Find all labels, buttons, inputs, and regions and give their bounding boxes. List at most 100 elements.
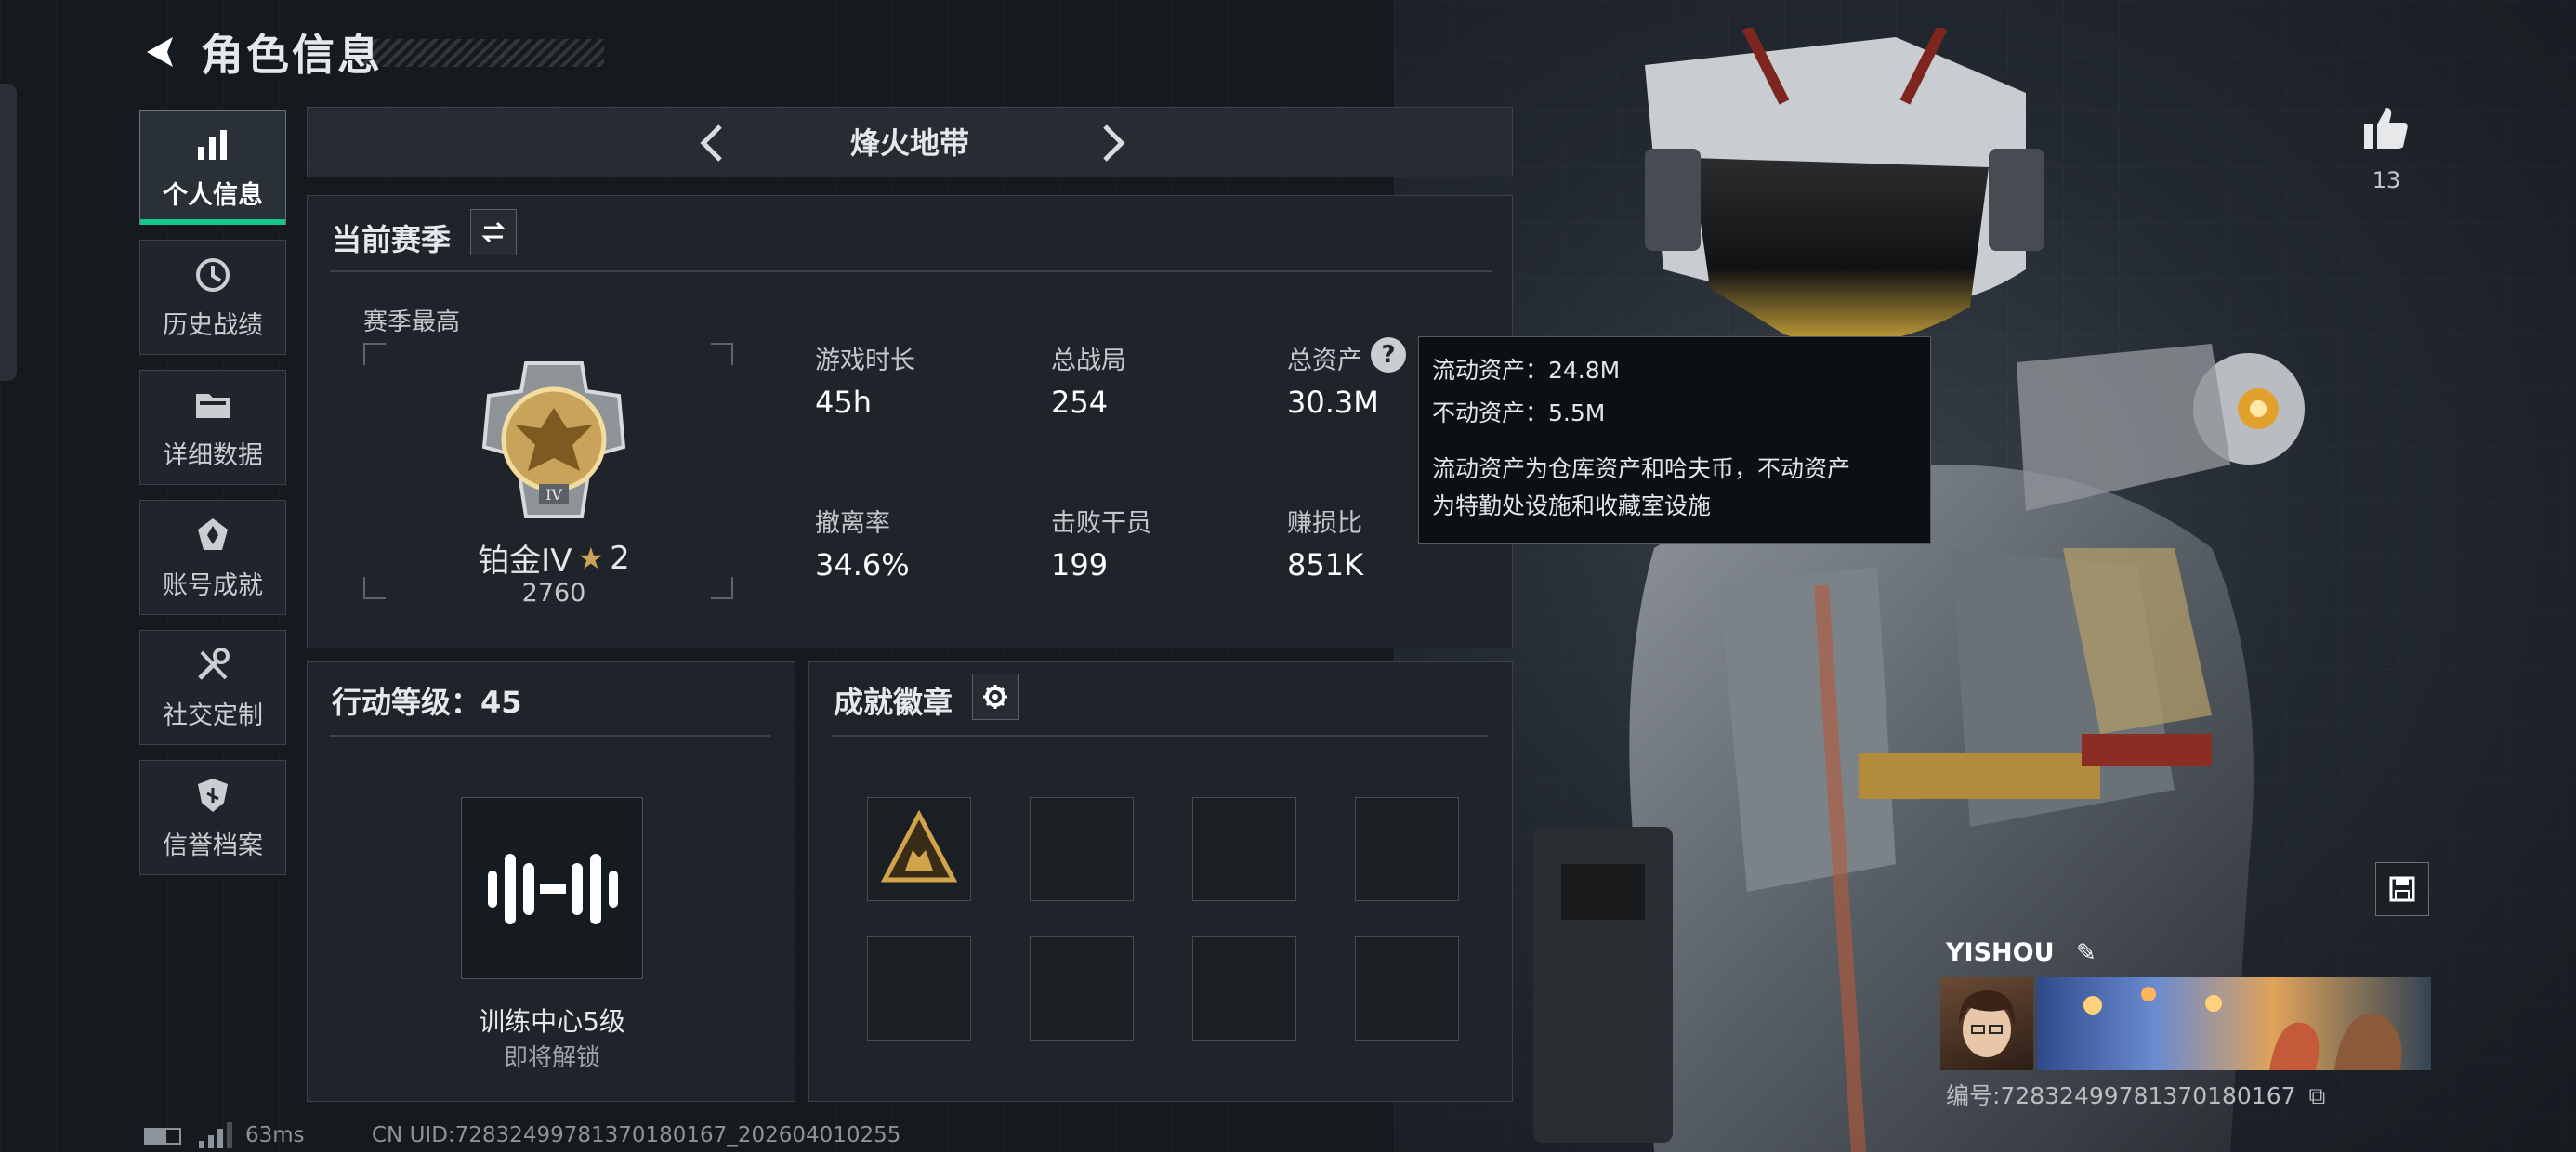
achievement-badge-slot[interactable] (1192, 797, 1296, 901)
player-name-row: YISHOU ✎ (1946, 938, 2096, 967)
achievement-badge-slot[interactable] (1192, 936, 1296, 1041)
avatar[interactable] (1940, 977, 2033, 1070)
stat-label: 击败干员 (1051, 509, 1151, 538)
player-name: YISHOU (1946, 938, 2055, 967)
network-ping: 63ms (245, 1123, 305, 1147)
mode-selector: 烽火地带 (307, 107, 1513, 177)
footer-uid: CN UID:72832499781370180167_202604010255 (372, 1123, 901, 1147)
gear-icon (983, 685, 1007, 709)
asset-tooltip: 流动资产：24.8M 不动资产：5.5M 流动资产为仓库资产和哈夫币，不动资产 … (1418, 336, 1931, 544)
rank-name: 铂金IV ★ 2 (428, 535, 679, 581)
tooltip-description-line: 流动资产为仓库资产和哈夫币，不动资产 (1432, 455, 1851, 482)
stat-label: 总战局 (1051, 347, 1126, 375)
dumbbell-icon (488, 854, 618, 924)
achievement-title: 成就徽章 (834, 685, 953, 720)
tooltip-fixed-assets: 不动资产：5.5M (1432, 399, 1606, 426)
frame-corner (711, 577, 733, 599)
achievement-panel: 成就徽章 (808, 661, 1513, 1102)
star-icon: ★ (577, 540, 605, 576)
save-disk-icon (2389, 876, 2415, 902)
nav-label: 社交定制 (163, 700, 263, 730)
divider (832, 735, 1488, 737)
folder-icon (196, 393, 230, 418)
nav-label: 详细数据 (163, 440, 263, 470)
copy-icon[interactable]: ⧉ (2309, 1082, 2326, 1109)
nav-item-credit-record[interactable]: 信誉档案 (139, 760, 286, 875)
mode-name: 烽火地带 (849, 125, 969, 161)
nav-item-achievements[interactable]: 账号成就 (139, 500, 286, 615)
stat-value: 34.6% (815, 547, 910, 583)
swap-icon (481, 221, 506, 243)
nav-item-detailed-data[interactable]: 详细数据 (139, 370, 286, 485)
achievement-badge-slot[interactable] (867, 936, 971, 1041)
divider (330, 270, 1492, 272)
history-clock-icon (196, 257, 230, 292)
nav-label: 历史战绩 (163, 310, 263, 340)
achievement-badge-slot[interactable] (1030, 797, 1134, 901)
player-id-row: 编号:72832499781370180167 ⧉ (1946, 1078, 2325, 1111)
bar-chart-icon (198, 129, 227, 160)
stat-label: 游戏时长 (815, 347, 915, 375)
unlock-status: 即将解锁 (503, 1044, 600, 1072)
nav-item-history[interactable]: 历史战绩 (139, 240, 286, 355)
tools-icon (198, 647, 230, 680)
like-count: 13 (2372, 167, 2401, 193)
triangle-badge-icon (880, 809, 958, 883)
stat-label: 总资产 (1287, 347, 1362, 375)
battery-icon (144, 1128, 181, 1145)
edit-pencil-icon[interactable]: ✎ (2076, 939, 2096, 967)
frame-corner (363, 343, 386, 365)
side-handle[interactable] (0, 84, 17, 381)
frame-corner (711, 343, 733, 365)
stat-label: 赚损比 (1287, 509, 1362, 538)
tooltip-liquid-assets: 流动资产：24.8M (1432, 357, 1621, 384)
achievement-settings-button[interactable] (972, 674, 1019, 720)
rank-emblem-icon: IV (481, 361, 626, 518)
stat-value: 30.3M (1287, 385, 1379, 420)
signal-icon (199, 1122, 232, 1148)
nav-label: 账号成就 (163, 570, 263, 600)
page-title: 角色信息 (201, 30, 383, 80)
thumbs-up-icon[interactable] (2360, 102, 2412, 154)
nav-item-personal-info[interactable]: 个人信息 (139, 110, 286, 225)
frame-corner (363, 577, 386, 599)
title-decoration (362, 39, 604, 67)
stat-value: 199 (1051, 547, 1109, 583)
season-switch-button[interactable] (470, 209, 517, 255)
back-arrow-icon[interactable] (139, 32, 180, 72)
season-best-label: 赛季最高 (363, 308, 461, 336)
season-title: 当前赛季 (332, 222, 452, 257)
rank-tier: 铂金IV (478, 543, 572, 580)
rank-score: 2760 (521, 579, 586, 608)
player-id: 编号:72832499781370180167 (1946, 1082, 2296, 1109)
avatar-portrait (1959, 990, 2016, 1057)
rank-stars: 2 (610, 539, 630, 577)
action-level-title: 行动等级：45 (332, 685, 522, 720)
player-banner[interactable] (2037, 977, 2431, 1070)
help-question-icon[interactable]: ? (1371, 337, 1406, 373)
unlock-item-card[interactable] (461, 797, 643, 979)
divider (330, 735, 770, 737)
nav-item-social-custom[interactable]: 社交定制 (139, 630, 286, 745)
tooltip-description-line: 为特勤处设施和收藏室设施 (1432, 492, 1712, 519)
stat-value: 851K (1287, 547, 1364, 583)
svg-text:IV: IV (545, 486, 562, 504)
season-panel: 当前赛季 赛季最高 IV 铂金IV ★ 2 2760 游戏时长 45h 总战局 … (307, 195, 1513, 648)
unlock-name: 训练中心5级 (479, 1006, 625, 1037)
stat-label: 撤离率 (815, 509, 890, 538)
action-level-panel: 行动等级：45 训练中心5级 即将解锁 (307, 661, 795, 1102)
nav-label: 信誉档案 (163, 831, 263, 860)
shield-icon (198, 778, 228, 812)
nav-label: 个人信息 (163, 180, 263, 210)
achievement-icon (198, 517, 228, 550)
next-mode-arrow-icon[interactable] (1088, 119, 1137, 167)
banner-artwork (2083, 987, 2402, 1070)
save-button[interactable] (2375, 862, 2429, 916)
stat-value: 45h (815, 385, 872, 420)
stat-value: 254 (1051, 385, 1109, 420)
achievement-badge-slot[interactable] (1030, 936, 1134, 1041)
achievement-badge-slot[interactable] (1355, 797, 1459, 901)
achievement-badge-slot[interactable] (867, 797, 971, 901)
achievement-badge-slot[interactable] (1355, 936, 1459, 1041)
page-header: 角色信息 (139, 23, 383, 81)
